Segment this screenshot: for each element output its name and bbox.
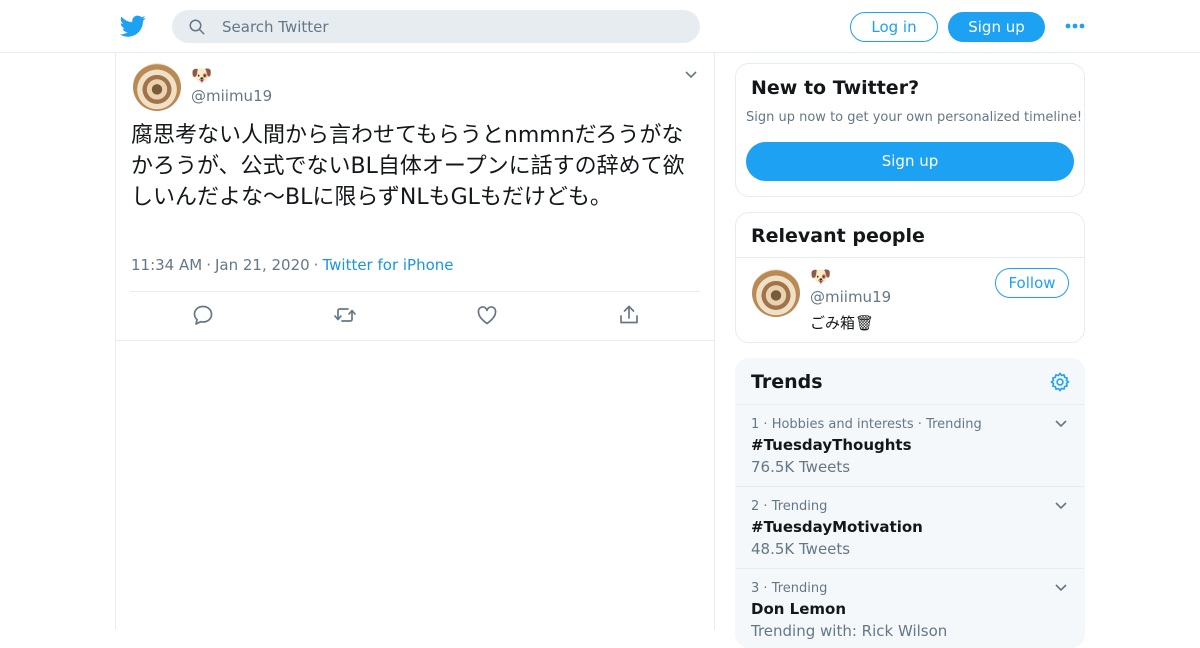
separator-dot: · <box>206 256 211 274</box>
new-to-twitter-card: New to Twitter? Sign up now to get your … <box>735 63 1085 197</box>
card-title: New to Twitter? <box>751 77 920 99</box>
chevron-down-icon[interactable] <box>1054 499 1068 513</box>
trend-rank: 3 <box>751 581 760 596</box>
display-name[interactable]: 🐶 <box>191 66 212 86</box>
user-bio: ごみ箱🗑 <box>810 314 875 332</box>
twitter-bird-icon[interactable] <box>120 13 146 39</box>
trend-count: Trending with: Rick Wilson <box>751 622 948 640</box>
trend-item[interactable]: 3 · Trending Don Lemon Trending with: Ri… <box>736 568 1084 647</box>
trend-rank: 1 <box>751 417 760 432</box>
trends-card: Trends 1 · Hobbies and interests · Trend… <box>735 358 1085 648</box>
tweet-date[interactable]: Jan 21, 2020 <box>215 256 310 274</box>
share-icon[interactable] <box>617 303 641 327</box>
search-bar[interactable] <box>172 10 700 43</box>
avatar[interactable] <box>752 269 800 317</box>
follow-button[interactable]: Follow <box>995 268 1069 298</box>
login-button[interactable]: Log in <box>850 12 938 42</box>
separator-dot: · <box>313 256 319 274</box>
search-icon <box>189 19 205 35</box>
gear-icon[interactable] <box>1049 371 1071 393</box>
trend-count: 76.5K Tweets <box>751 458 851 476</box>
trend-rank: 2 <box>751 499 760 514</box>
trend-context: 1 · Hobbies and interests · Trending <box>751 417 982 432</box>
main-column: 🐶 @miimu19 腐思考ない人間から言わせてもらうとnmmnだろうがなかろう… <box>115 53 715 630</box>
trend-status: Trending <box>926 417 982 432</box>
retweet-icon[interactable] <box>333 303 357 327</box>
tweet-meta: 11:34 AM · Jan 21, 2020 · Twitter for iPhone <box>131 256 454 274</box>
trend-status: Trending <box>771 581 828 596</box>
trend-count: 48.5K Tweets <box>751 540 851 558</box>
tweet: 🐶 @miimu19 腐思考ない人間から言わせてもらうとnmmnだろうがなかろう… <box>116 53 714 341</box>
user-handle[interactable]: @miimu19 <box>191 87 272 105</box>
user-handle[interactable]: @miimu19 <box>810 288 891 306</box>
trend-name[interactable]: Don Lemon <box>751 600 846 618</box>
signup-button-large[interactable]: Sign up <box>746 142 1074 181</box>
card-subtitle: Sign up now to get your own personalized… <box>746 110 1083 125</box>
search-input[interactable] <box>222 10 682 43</box>
divider <box>736 257 1084 258</box>
tweet-text: 腐思考ない人間から言わせてもらうとnmmnだろうがなかろうが、公式でないBL自体… <box>131 123 685 210</box>
tweet-source-link[interactable]: Twitter for iPhone <box>322 256 453 274</box>
chevron-down-icon[interactable] <box>1054 581 1068 595</box>
like-icon[interactable] <box>475 303 499 327</box>
trend-item[interactable]: 1 · Hobbies and interests · Trending #Tu… <box>736 404 1084 486</box>
trend-name[interactable]: #TuesdayMotivation <box>751 518 923 536</box>
tweet-time[interactable]: 11:34 AM <box>131 256 202 274</box>
signup-button[interactable]: Sign up <box>948 12 1045 42</box>
trend-status: Trending <box>771 499 828 514</box>
trend-context: 3 · Trending <box>751 581 828 596</box>
trend-context: 2 · Trending <box>751 499 828 514</box>
reply-icon[interactable] <box>191 303 215 327</box>
trend-name[interactable]: #TuesdayThoughts <box>751 436 912 454</box>
more-dots-icon[interactable] <box>1064 18 1086 34</box>
trend-category: Hobbies and interests <box>771 417 914 432</box>
top-navbar: Log in Sign up <box>0 0 1200 53</box>
chevron-down-icon[interactable] <box>1054 417 1068 431</box>
relevant-people-card: Relevant people 🐶 @miimu19 ごみ箱🗑 Follow <box>735 212 1085 343</box>
avatar[interactable] <box>133 63 181 111</box>
card-title: Trends <box>751 371 823 393</box>
display-name[interactable]: 🐶 <box>810 267 831 287</box>
trend-item[interactable]: 2 · Trending #TuesdayMotivation 48.5K Tw… <box>736 486 1084 568</box>
card-title: Relevant people <box>751 225 925 247</box>
divider <box>130 291 700 292</box>
chevron-down-icon[interactable] <box>684 68 698 82</box>
